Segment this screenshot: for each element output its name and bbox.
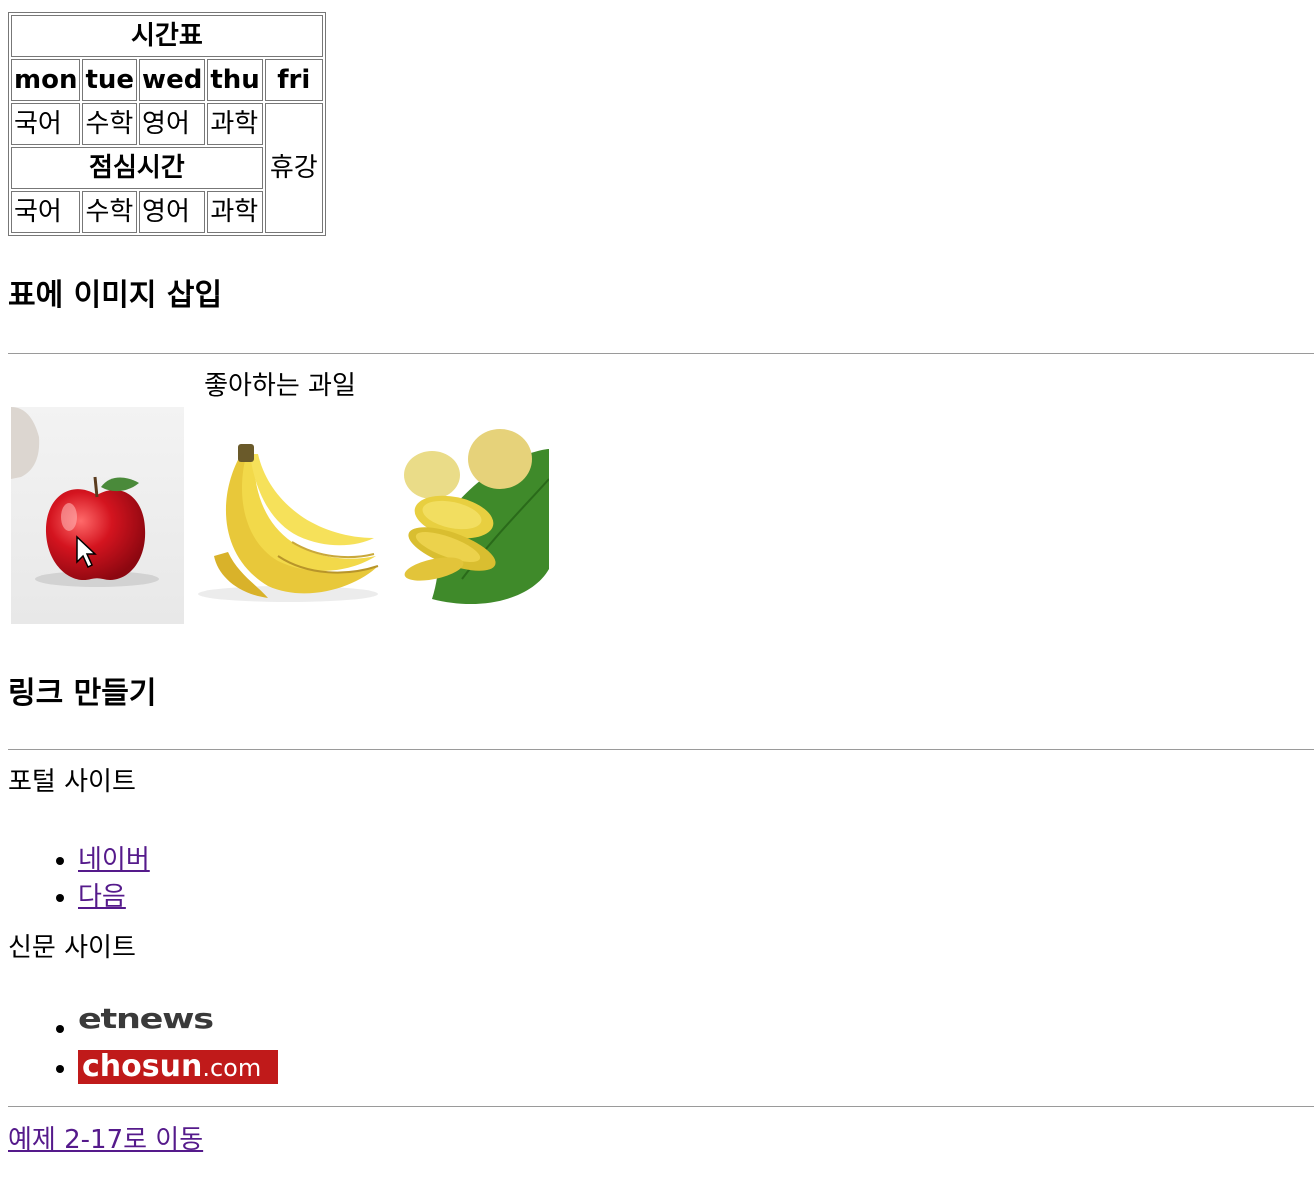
banana-image xyxy=(188,425,388,606)
friday-cell: 휴강 xyxy=(264,103,323,233)
list-item: chosun.com xyxy=(78,1048,278,1088)
day-header-tue: tue xyxy=(82,59,138,101)
lunch-cell: 점심시간 xyxy=(11,147,263,189)
afternoon-cell-tue: 수학 xyxy=(82,191,138,233)
afternoon-cell-mon: 국어 xyxy=(11,191,81,233)
link-section-heading: 링크 만들기 xyxy=(8,676,157,711)
portal-label: 포털 사이트 xyxy=(8,767,136,797)
fruit-cell-apple xyxy=(10,406,185,625)
morning-cell-thu: 과학 xyxy=(207,103,263,145)
news-label: 신문 사이트 xyxy=(8,933,136,963)
chosun-logo-main: chosun xyxy=(82,1049,203,1084)
mango-image xyxy=(392,419,549,612)
apple-image xyxy=(11,407,184,624)
daum-link[interactable]: 다음 xyxy=(78,882,126,912)
etnews-logo: etnews xyxy=(78,1001,214,1035)
chosun-logo-suffix: .com xyxy=(202,1053,262,1082)
day-header-thu: thu xyxy=(207,59,263,101)
fruit-cell-mango xyxy=(391,406,550,625)
image-section-heading: 표에 이미지 삽입 xyxy=(8,278,223,313)
afternoon-cell-wed: 영어 xyxy=(139,191,206,233)
morning-cell-wed: 영어 xyxy=(139,103,206,145)
divider xyxy=(8,1106,1314,1107)
naver-link[interactable]: 네이버 xyxy=(78,845,150,875)
list-item: 네이버 xyxy=(78,842,150,879)
etnews-logo-link[interactable]: etnews xyxy=(78,1003,214,1043)
timetable: 시간표 mon tue wed thu fri 국어 수학 영어 과학 휴강 점… xyxy=(8,12,326,236)
news-list: etnews chosun.com xyxy=(8,1003,278,1088)
day-header-mon: mon xyxy=(11,59,81,101)
list-item: 다음 xyxy=(78,879,150,916)
page: 시간표 mon tue wed thu fri 국어 수학 영어 과학 휴강 점… xyxy=(8,12,1314,1155)
fruit-cell-banana xyxy=(187,406,389,625)
day-header-wed: wed xyxy=(139,59,206,101)
portal-list: 네이버 다음 xyxy=(8,842,150,916)
divider xyxy=(8,749,1314,750)
divider xyxy=(8,353,1314,354)
chosun-logo-link[interactable]: chosun.com xyxy=(78,1049,278,1084)
afternoon-cell-thu: 과학 xyxy=(207,191,263,233)
morning-cell-mon: 국어 xyxy=(11,103,81,145)
morning-cell-tue: 수학 xyxy=(82,103,138,145)
list-item: etnews xyxy=(78,1003,278,1048)
chosun-logo: chosun.com xyxy=(78,1049,278,1084)
day-header-fri: fri xyxy=(264,59,323,101)
fruit-caption: 좋아하는 과일 xyxy=(204,371,356,401)
fruit-table: 좋아하는 과일 xyxy=(8,368,552,627)
example-2-17-link[interactable]: 예제 2-17로 이동 xyxy=(8,1122,203,1158)
timetable-title: 시간표 xyxy=(11,15,323,57)
